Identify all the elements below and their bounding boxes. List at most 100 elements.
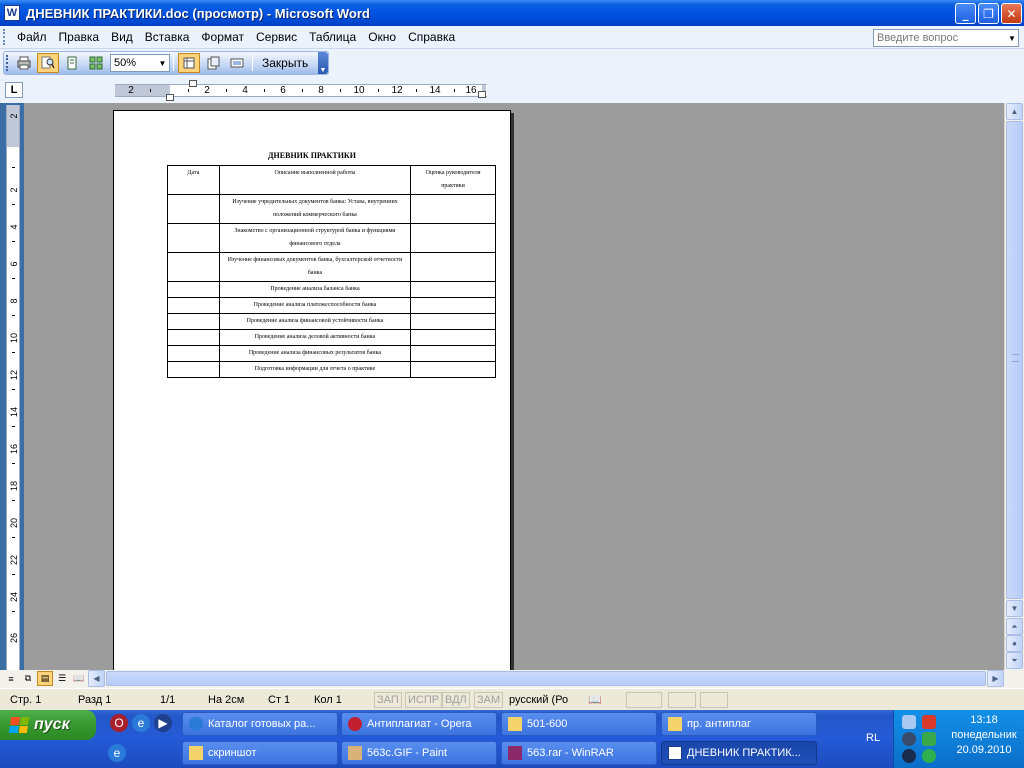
magnifier-button[interactable] xyxy=(37,53,59,73)
volume-icon[interactable] xyxy=(902,749,916,763)
select-browse-object-button[interactable]: ● xyxy=(1006,635,1023,652)
zoom-value: 50% xyxy=(114,57,137,69)
left-indent-marker[interactable] xyxy=(166,94,174,101)
ask-question-input[interactable]: Введите вопрос ▼ xyxy=(873,29,1019,47)
table-row: Проведение анализа финансовой устойчивос… xyxy=(167,313,496,330)
ruler-tick xyxy=(302,89,303,92)
chevron-down-icon[interactable]: ▼ xyxy=(157,56,168,70)
browse-object-icon: ● xyxy=(1012,639,1017,648)
horizontal-scroll-thumb[interactable] xyxy=(106,671,986,686)
clock[interactable]: 13:18 понедельник 20.09.2010 xyxy=(946,713,1022,758)
menu-insert[interactable]: Вставка xyxy=(139,30,196,44)
task-paint[interactable]: 563c.GIF - Paint xyxy=(341,741,497,765)
start-button[interactable]: пуск xyxy=(0,710,96,740)
scroll-up-button[interactable]: ▲ xyxy=(1006,103,1023,120)
antivirus-icon[interactable] xyxy=(902,732,916,746)
zoom-select[interactable]: 50% ▼ xyxy=(110,54,170,72)
close-preview-button[interactable]: Закрыть xyxy=(258,56,312,70)
horizontal-ruler[interactable]: 2 2 4 6 8 10 12 14 16 xyxy=(115,80,487,101)
task-catalog[interactable]: Каталог готовых ра... xyxy=(182,712,338,736)
scroll-down-button[interactable]: ▼ xyxy=(1006,600,1023,617)
restore-button[interactable]: ❐ xyxy=(978,3,999,24)
close-window-button[interactable]: ✕ xyxy=(1001,3,1022,24)
table-cell xyxy=(167,297,220,314)
opera-quicklaunch-icon[interactable]: O xyxy=(110,714,128,732)
tab-selector-button[interactable]: L xyxy=(5,82,23,98)
vertical-scrollbar[interactable]: ▲ ▼ ⏶ ● ⏷ xyxy=(1004,103,1024,670)
menu-tools[interactable]: Сервис xyxy=(250,30,303,44)
document-preview-area[interactable]: ДНЕВНИК ПРАКТИКИ Дата Описание выполненн… xyxy=(24,103,1004,670)
task-folder-501-600[interactable]: 501-600 xyxy=(501,712,657,736)
ruler-label: 12 xyxy=(391,85,403,96)
web-layout-button[interactable]: ⧉ xyxy=(20,671,36,686)
ruler-label: 8 xyxy=(9,298,19,304)
status-extend[interactable]: ВДЛ xyxy=(442,692,470,708)
document-page[interactable]: ДНЕВНИК ПРАКТИКИ Дата Описание выполненн… xyxy=(113,110,511,670)
restore-icon: ❐ xyxy=(983,6,994,21)
status-overtype[interactable]: ЗАМ xyxy=(474,692,504,708)
ask-question-placeholder: Введите вопрос xyxy=(877,32,959,44)
ruler-tick xyxy=(12,315,15,316)
toolbar-grip[interactable] xyxy=(6,55,9,71)
status-column: Кол 1 xyxy=(314,694,342,706)
next-page-button[interactable]: ⏷ xyxy=(1006,652,1023,669)
scroll-right-button[interactable]: ▶ xyxy=(987,670,1004,687)
ie-quicklaunch-icon[interactable]: e xyxy=(132,714,150,732)
previous-page-button[interactable]: ⏶ xyxy=(1006,618,1023,635)
table-cell: Знакомство с организационной структурой … xyxy=(218,223,412,253)
table-header-row: Дата Описание выполненной работы Оценка … xyxy=(167,165,496,195)
word-icon xyxy=(668,746,682,760)
messenger-icon[interactable] xyxy=(922,749,936,763)
normal-view-button[interactable]: ≡ xyxy=(3,671,19,686)
toolbar-options-icon[interactable]: ▼ xyxy=(318,52,328,74)
menubar-grip[interactable] xyxy=(3,29,7,45)
task-folder-screenshot[interactable]: скриншот xyxy=(182,741,338,765)
media-player-quicklaunch-icon[interactable]: ▶ xyxy=(154,714,172,732)
word-app-icon[interactable]: W xyxy=(4,5,20,21)
ie-icon xyxy=(189,717,203,731)
language-indicator[interactable]: RL xyxy=(866,732,880,744)
one-page-button[interactable] xyxy=(61,53,83,73)
ruler-label: 4 xyxy=(242,85,248,96)
print-button[interactable] xyxy=(13,53,35,73)
menu-help[interactable]: Справка xyxy=(402,30,461,44)
menu-table[interactable]: Таблица xyxy=(303,30,362,44)
ruler-tick xyxy=(12,500,15,501)
menu-file[interactable]: Файл xyxy=(11,30,53,44)
task-winrar[interactable]: 563.rar - WinRAR xyxy=(501,741,657,765)
security-alert-icon[interactable] xyxy=(922,715,936,729)
view-ruler-button[interactable] xyxy=(178,53,200,73)
update-icon[interactable] xyxy=(922,732,936,746)
task-folder-antiplag[interactable]: пр. антиплаг xyxy=(661,712,817,736)
status-track-changes[interactable]: ИСПР xyxy=(405,692,443,708)
task-word-document[interactable]: ДНЕВНИК ПРАКТИК... xyxy=(661,741,817,765)
title-bar[interactable]: W ДНЕВНИК ПРАКТИКИ.doc (просмотр) - Micr… xyxy=(0,0,1024,26)
chevron-down-icon[interactable]: ▼ xyxy=(1006,30,1018,46)
status-record[interactable]: ЗАП xyxy=(374,692,402,708)
menu-view[interactable]: Вид xyxy=(105,30,139,44)
full-screen-button[interactable] xyxy=(226,53,248,73)
shrink-to-fit-button[interactable] xyxy=(202,53,224,73)
scroll-left-button[interactable]: ◀ xyxy=(88,670,105,687)
minimize-button[interactable]: _ xyxy=(955,3,976,24)
menu-edit[interactable]: Правка xyxy=(53,30,106,44)
task-antiplagiat-opera[interactable]: Антиплагиат - Opera xyxy=(341,712,497,736)
network-icon[interactable] xyxy=(902,715,916,729)
vertical-ruler[interactable]: 2 2 4 6 8 10 12 14 16 18 20 22 24 26 xyxy=(6,105,20,670)
reading-layout-button[interactable]: 📖 xyxy=(71,671,87,686)
vertical-scroll-thumb[interactable] xyxy=(1006,121,1023,599)
print-layout-button[interactable]: ▤ xyxy=(37,671,53,686)
multiple-pages-button[interactable] xyxy=(85,53,107,73)
table-row: Знакомство с организационной структурой … xyxy=(167,223,496,253)
table-cell xyxy=(410,223,496,253)
spelling-status-icon[interactable]: 📖 xyxy=(588,692,602,708)
winrar-icon xyxy=(508,746,522,760)
menu-format[interactable]: Формат xyxy=(195,30,250,44)
first-line-indent-marker[interactable] xyxy=(189,80,197,87)
outline-view-button[interactable]: ☰ xyxy=(54,671,70,686)
ie-quicklaunch-icon-2[interactable]: e xyxy=(108,744,126,762)
right-indent-marker[interactable] xyxy=(478,91,486,98)
menu-window[interactable]: Окно xyxy=(362,30,402,44)
ruler-tick xyxy=(188,89,189,92)
table-cell xyxy=(410,281,496,298)
